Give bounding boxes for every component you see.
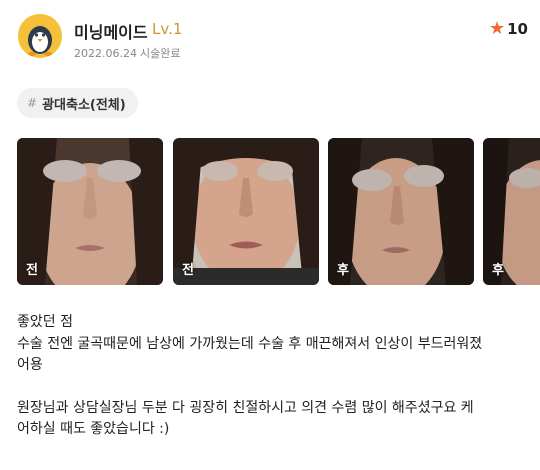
review-card: 미닝메이드 Lv.1 2022.06.24 시술완료 ★ 10 # 광대축소(전체) [0, 0, 540, 470]
review-text-line: 어하실 때도 좋았습니다 :) [17, 421, 170, 437]
avatar[interactable] [18, 14, 62, 58]
star-icon: ★ [488, 18, 506, 39]
hash-icon: # [27, 96, 38, 110]
review-header: 미닝메이드 Lv.1 2022.06.24 시술완료 ★ 10 [18, 12, 528, 62]
review-date: 2022.06.24 [74, 47, 137, 60]
face-photo [328, 138, 474, 285]
face-photo [17, 138, 163, 285]
photo-label: 전 [182, 263, 194, 278]
review-body: 좋았던 점 수술 전엔 굴곡때문에 남상에 가까웠는데 수술 후 매끈해져서 인… [17, 312, 527, 441]
penguin-icon [18, 14, 62, 58]
author-name[interactable]: 미닝메이드 [74, 19, 148, 43]
face-photo [173, 138, 319, 285]
review-text-line: 원장님과 상담실장님 두분 다 굉장히 친절하시고 의견 수렴 많이 해주셨구요… [17, 399, 474, 416]
review-text-line: 수술 전엔 굴곡때문에 남상에 가까웠는데 수술 후 매끈해져서 인상이 부드러… [17, 335, 483, 352]
photo-label: 전 [26, 263, 38, 278]
photo-before-1[interactable]: 전 [17, 138, 163, 285]
procedure-tag-label: 광대축소(전체) [42, 97, 126, 113]
procedure-status: 시술완료 [139, 47, 181, 60]
photo-label: 후 [337, 263, 349, 278]
review-text-line: 어용 [17, 357, 43, 373]
photo-after-2[interactable]: 후 [483, 138, 540, 285]
photo-gallery: 전 전 후 후 [17, 138, 540, 285]
procedure-tag[interactable]: # 광대축소(전체) [17, 88, 138, 118]
photo-label: 후 [492, 263, 504, 278]
review-meta: 2022.06.24 시술완료 [74, 45, 180, 61]
rating-score: 10 [507, 19, 528, 38]
review-heading: 좋았던 점 [17, 314, 73, 330]
author-level: Lv.1 [152, 20, 183, 38]
rating: ★ 10 [489, 18, 528, 39]
photo-after-1[interactable]: 후 [328, 138, 474, 285]
photo-before-2[interactable]: 전 [173, 138, 319, 285]
